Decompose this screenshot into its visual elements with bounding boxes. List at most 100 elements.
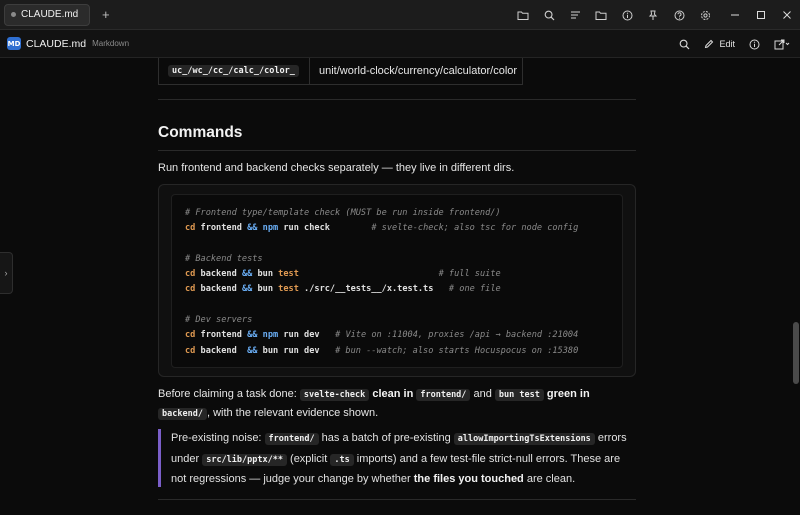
inline-code: uc_/wc_/cc_/calc_/color_ xyxy=(168,65,299,77)
text: and xyxy=(470,388,495,400)
scrollbar-track[interactable] xyxy=(792,58,798,515)
bold-text: the files you touched xyxy=(413,473,524,485)
code-line: cd backend && bun test ./src/__tests__/x… xyxy=(185,282,622,297)
task-done-paragraph: Before claiming a task done: svelte-chec… xyxy=(158,385,636,423)
code-block: # Frontend type/template check (MUST be … xyxy=(158,184,636,377)
code-token: && xyxy=(241,269,253,280)
code-token: cd xyxy=(185,330,196,341)
code-token: run check xyxy=(278,223,372,234)
code-token: cd xyxy=(185,345,196,356)
code-token: cd xyxy=(185,223,196,234)
divider xyxy=(158,99,636,100)
document-title: CLAUDE.md xyxy=(26,37,87,50)
edit-label: Edit xyxy=(719,39,735,49)
code-token: npm xyxy=(262,223,279,234)
close-icon[interactable] xyxy=(774,0,800,30)
code-token: && xyxy=(247,330,258,341)
code-line: # Backend tests xyxy=(185,252,622,267)
inline-code: .ts xyxy=(330,453,354,466)
window-controls xyxy=(722,0,800,30)
code-token: npm xyxy=(262,330,279,341)
code-token: backend xyxy=(195,345,248,356)
scrollbar-thumb[interactable] xyxy=(793,322,799,384)
code-line: cd backend && bun test # full suite xyxy=(185,267,622,282)
code-token: test xyxy=(278,284,299,295)
code-line: # Frontend type/template check (MUST be … xyxy=(185,206,622,221)
inline-code: backend/ xyxy=(158,408,207,420)
inline-code: src/lib/pptx/** xyxy=(202,453,287,466)
code-token: backend xyxy=(195,269,242,280)
table-cell-description: unit/world-clock/currency/calculator/col… xyxy=(319,65,518,77)
code-token: ./src/__tests__/x.test.ts xyxy=(298,284,449,295)
code-line: cd frontend && npm run dev # Vite on :11… xyxy=(185,328,622,343)
code-token: cd xyxy=(185,284,196,295)
inline-code: frontend/ xyxy=(416,389,471,401)
text: , with the relevant evidence shown. xyxy=(206,407,379,419)
code-token: bun run dev xyxy=(257,345,336,356)
folder-icon[interactable] xyxy=(510,0,536,30)
toolbar-icons xyxy=(510,0,718,30)
code-comment: # full suite xyxy=(438,269,501,280)
code-comment: # Backend tests xyxy=(185,253,263,264)
tab-modified-dot-icon xyxy=(11,12,16,17)
code-comment: # bun --watch; also starts Hocuspocus on… xyxy=(335,345,579,356)
inline-code: allowImportingTsExtensions xyxy=(453,433,595,445)
bold-text: green in xyxy=(543,388,590,400)
code-block-body: # Frontend type/template check (MUST be … xyxy=(171,194,623,368)
new-tab-button[interactable]: + xyxy=(102,8,110,21)
text: (explicit xyxy=(286,452,331,465)
info-icon[interactable] xyxy=(614,0,640,30)
markdown-file-icon: MD xyxy=(7,37,21,50)
code-token: && xyxy=(247,223,258,234)
code-line: cd frontend && npm run check # svelte-ch… xyxy=(185,221,622,236)
code-token: bun xyxy=(252,269,279,280)
inline-code: frontend/ xyxy=(264,433,319,445)
code-comment: # svelte-check; also tsc for node config xyxy=(371,223,579,234)
code-token: && xyxy=(247,345,258,356)
document-info-icon[interactable] xyxy=(749,39,760,50)
code-comment: # Frontend type/template check (MUST be … xyxy=(185,208,501,218)
search-icon[interactable] xyxy=(536,0,562,30)
edit-button[interactable]: Edit xyxy=(704,39,735,49)
table-row: uc_/wc_/cc_/calc_/color_ unit/world-cloc… xyxy=(158,58,523,85)
code-comment: # one file xyxy=(448,284,501,295)
code-token: bun xyxy=(252,284,279,295)
code-comment: # Vite on :11004, proxies /api → backend… xyxy=(335,330,579,341)
tab-label: CLAUDE.md xyxy=(21,9,79,20)
blockquote-note: Pre-existing noise: frontend/ has a batc… xyxy=(158,429,636,487)
find-in-document-icon[interactable] xyxy=(679,39,690,50)
text: are clean. xyxy=(523,473,576,485)
minimize-icon[interactable] xyxy=(722,0,748,30)
maximize-icon[interactable] xyxy=(748,0,774,30)
code-comment: # Dev servers xyxy=(185,315,253,326)
code-token: cd xyxy=(185,269,196,280)
text: Before claiming a task done: xyxy=(158,388,300,400)
open-external-icon[interactable] xyxy=(774,39,790,50)
code-line: # Dev servers xyxy=(185,313,622,328)
settings-gear-icon[interactable] xyxy=(692,0,718,30)
table-cell-prefix: uc_/wc_/cc_/calc_/color_ xyxy=(159,58,310,84)
text: Pre-existing noise: xyxy=(171,432,265,444)
inline-code: svelte-check xyxy=(299,389,370,401)
code-line: cd backend && bun run dev # bun --watch;… xyxy=(185,344,622,359)
code-token: frontend xyxy=(195,330,248,341)
pin-icon[interactable] xyxy=(640,0,666,30)
document-type: Markdown xyxy=(92,39,130,48)
section-heading: Commands xyxy=(158,124,243,141)
code-token: backend xyxy=(195,284,242,295)
inline-code: bun test xyxy=(494,389,544,401)
help-icon[interactable] xyxy=(666,0,692,30)
open-folder-icon[interactable] xyxy=(588,0,614,30)
heading-underline xyxy=(158,150,636,151)
bold-text: clean in xyxy=(369,388,417,400)
divider xyxy=(158,499,636,500)
pencil-icon xyxy=(705,39,714,49)
outline-icon[interactable] xyxy=(562,0,588,30)
document-header: MD CLAUDE.md Markdown Edit xyxy=(0,30,800,58)
tab-claude-md[interactable]: CLAUDE.md xyxy=(4,3,90,26)
sidebar-expand-button[interactable]: › xyxy=(0,252,13,294)
code-token: frontend xyxy=(195,223,248,234)
text: has a batch of pre-existing xyxy=(318,432,454,444)
